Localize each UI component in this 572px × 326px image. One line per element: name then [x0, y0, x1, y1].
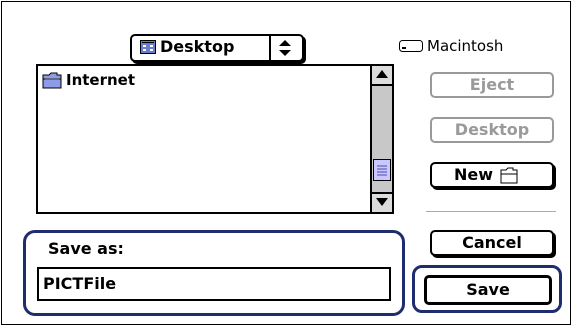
vertical-scrollbar[interactable] — [370, 66, 392, 212]
location-popup[interactable]: Desktop — [130, 34, 304, 62]
desktop-icon — [140, 40, 156, 54]
arrow-down-icon — [376, 198, 388, 206]
save-as-label: Save as: — [48, 239, 124, 258]
filename-field[interactable]: PICTFile — [37, 267, 391, 301]
scroll-down-button[interactable] — [372, 192, 392, 212]
list-item-label: Internet — [66, 71, 136, 89]
hard-drive-icon — [399, 40, 423, 52]
new-folder-label: New — [454, 165, 494, 184]
scroll-thumb[interactable] — [373, 158, 391, 181]
filename-value: PICTFile — [43, 274, 117, 293]
grip-icon — [377, 165, 387, 176]
eject-button[interactable]: Eject — [430, 72, 554, 98]
cancel-button[interactable]: Cancel — [430, 230, 554, 256]
button-divider — [426, 211, 556, 212]
save-dialog: Desktop Macintosh Internet Eject Desktop… — [1, 1, 571, 325]
up-down-arrows-icon — [279, 40, 291, 56]
folder-icon — [500, 167, 518, 184]
volume-label: Macintosh — [427, 37, 504, 55]
file-list[interactable]: Internet — [36, 64, 394, 214]
desktop-button[interactable]: Desktop — [430, 117, 554, 143]
popup-divider — [269, 36, 271, 60]
arrow-up-icon — [376, 70, 388, 78]
location-popup-label: Desktop — [160, 37, 235, 56]
scroll-up-button[interactable] — [372, 66, 392, 86]
new-folder-button[interactable]: New — [430, 162, 554, 188]
save-button[interactable]: Save — [424, 275, 552, 305]
folder-icon — [42, 72, 62, 89]
